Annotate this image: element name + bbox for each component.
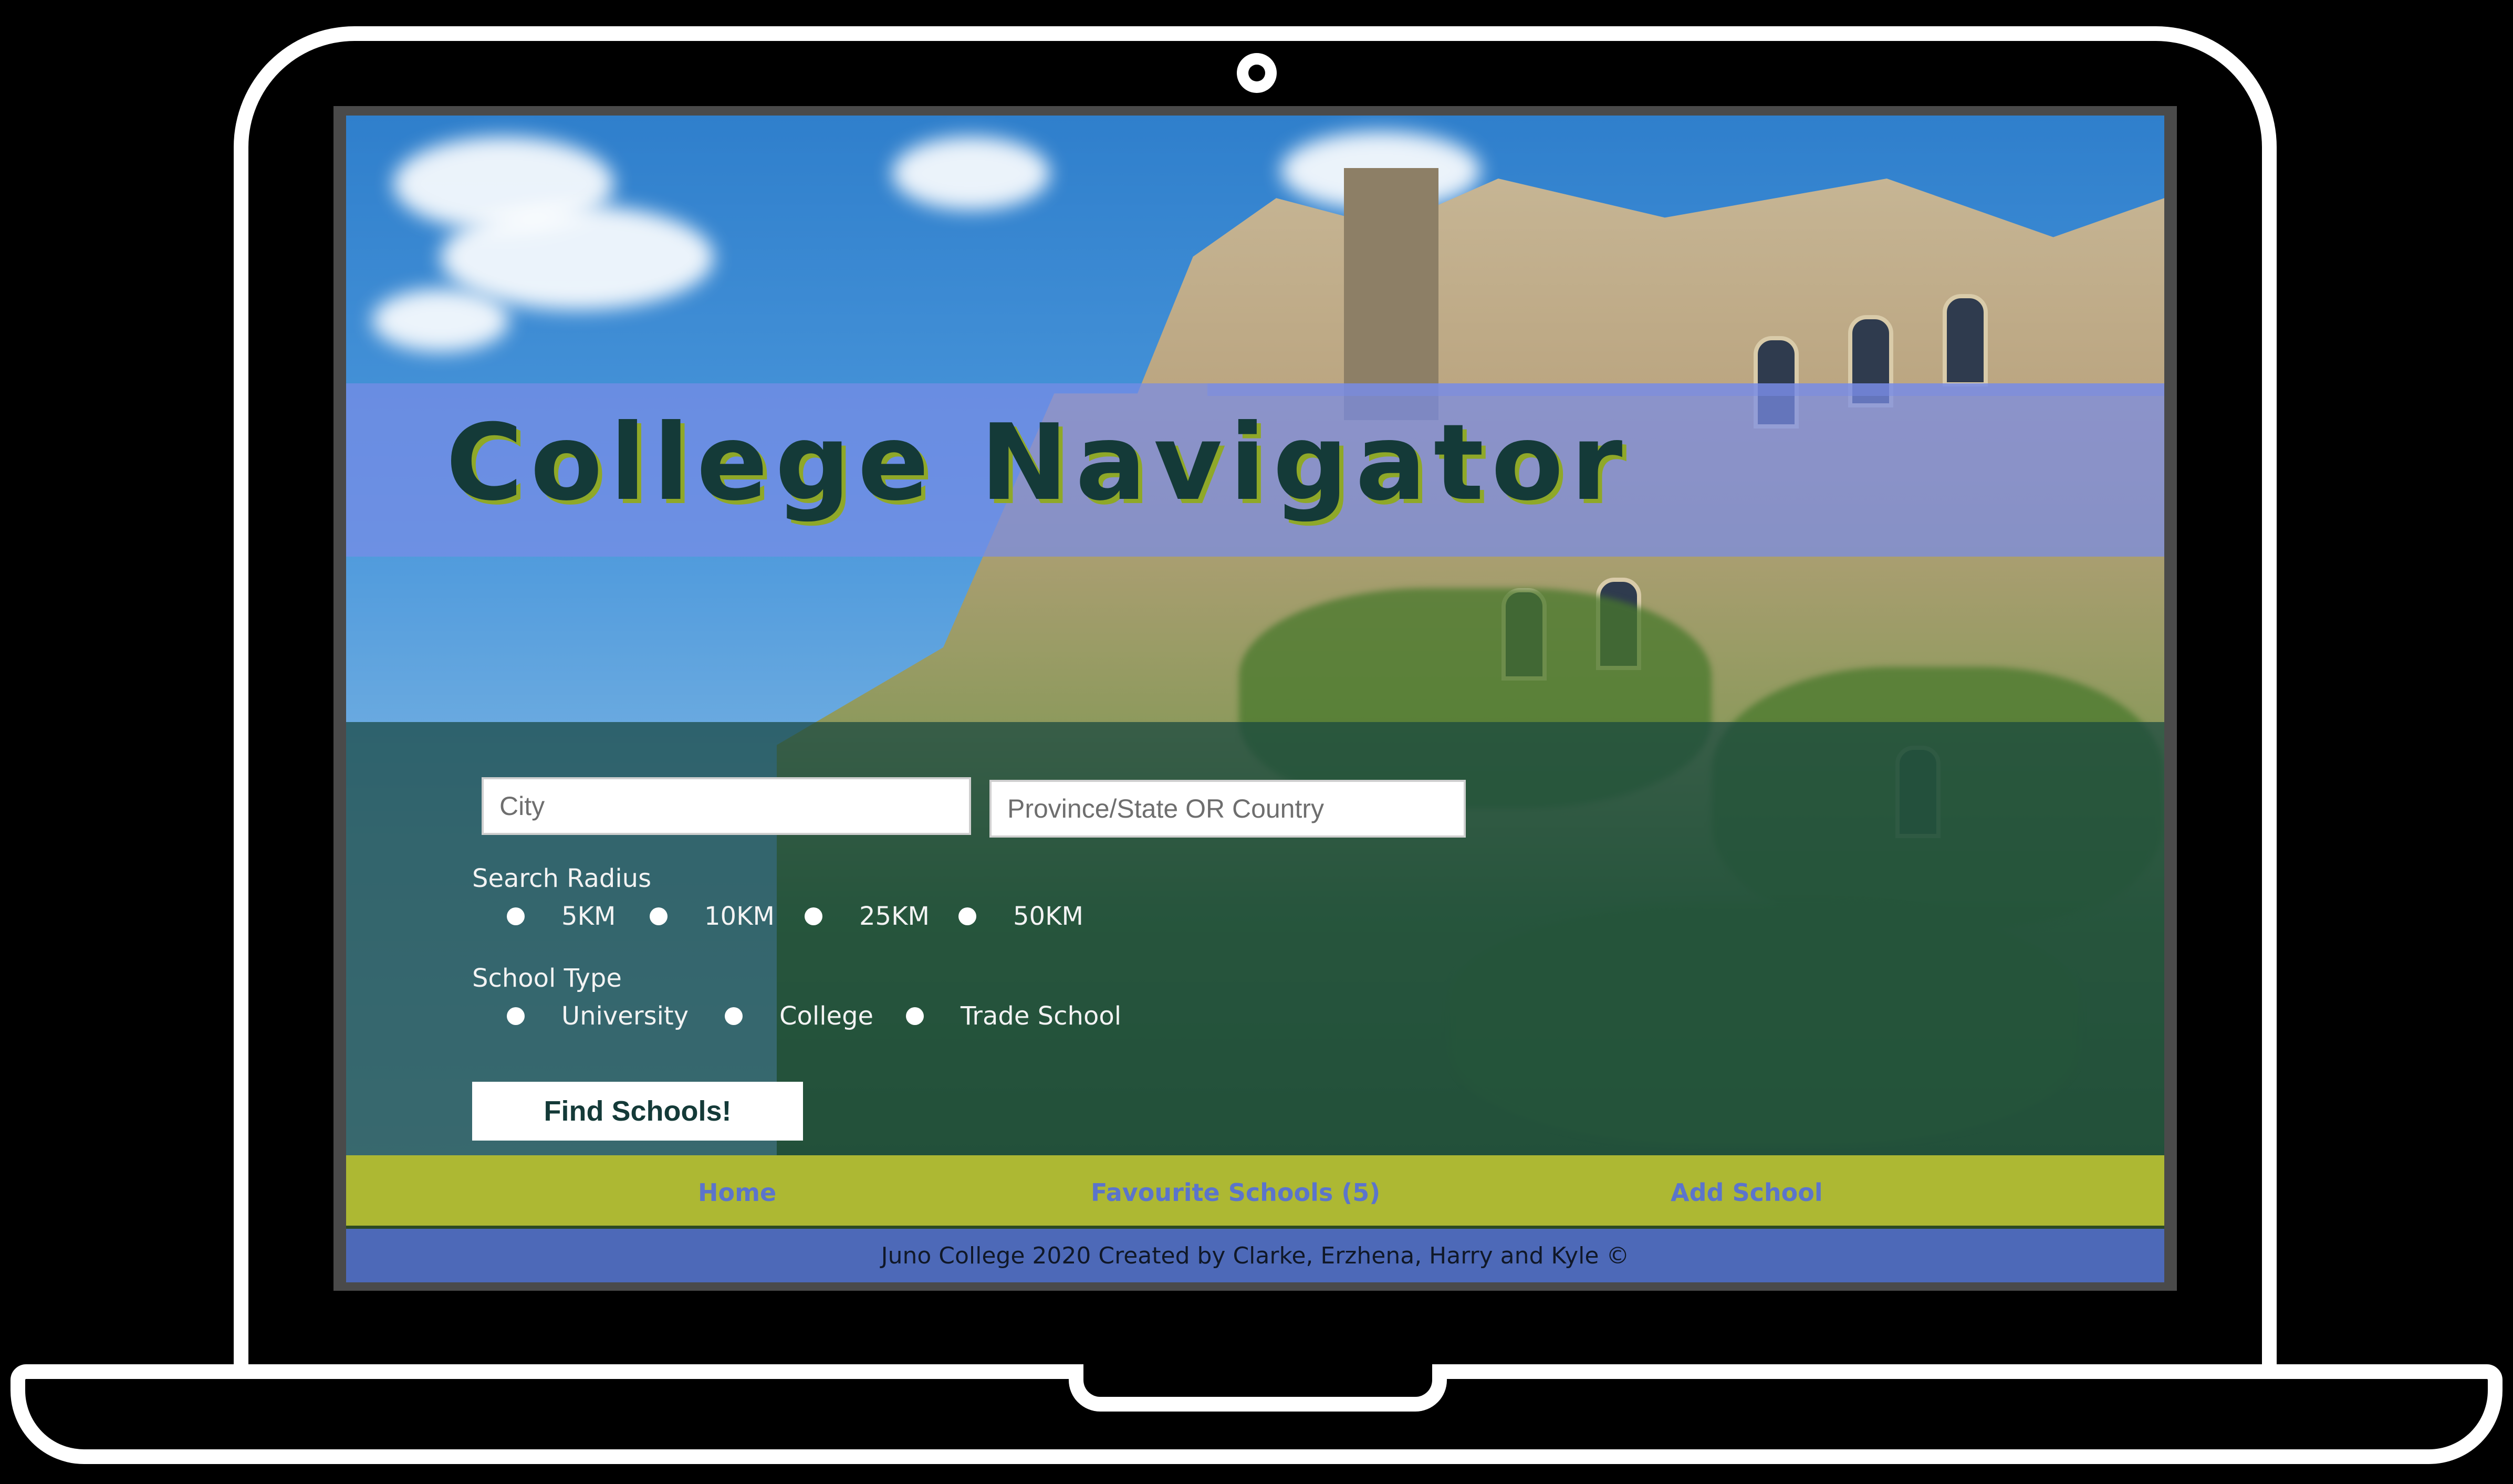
nav-favourite-schools-link[interactable]: Favourite Schools (5) xyxy=(1091,1178,1380,1207)
radio-button[interactable] xyxy=(507,907,525,925)
search-radius-options: 5KM 10KM 25KM 50KM xyxy=(507,901,1083,932)
radius-option-10km[interactable]: 10KM xyxy=(650,902,805,931)
find-schools-button[interactable]: Find Schools! xyxy=(472,1082,803,1141)
school-type-options: University College Trade School xyxy=(507,1000,1121,1032)
province-state-country-input[interactable] xyxy=(989,780,1466,838)
search-radius-label: Search Radius xyxy=(472,864,652,893)
radius-option-50km[interactable]: 50KM xyxy=(958,902,1083,931)
window-shape xyxy=(1943,294,1988,386)
footer-credits: Juno College 2020 Created by Clarke, Erz… xyxy=(881,1242,1630,1269)
laptop-notch xyxy=(1069,1364,1447,1412)
chimney-shape xyxy=(1344,168,1438,420)
cloud-shape xyxy=(892,137,1050,210)
radio-button[interactable] xyxy=(958,907,976,925)
page-footer: Juno College 2020 Created by Clarke, Erz… xyxy=(346,1229,2164,1282)
page-title: College Navigator xyxy=(446,402,1630,524)
nav-add-school-link[interactable]: Add School xyxy=(1671,1178,1823,1207)
radio-button[interactable] xyxy=(805,907,822,925)
radio-button[interactable] xyxy=(507,1007,525,1025)
radius-option-5km[interactable]: 5KM xyxy=(507,902,650,931)
type-option-college[interactable]: College xyxy=(725,1001,906,1031)
title-banner-edge xyxy=(1207,383,2164,396)
radio-button[interactable] xyxy=(650,907,668,925)
radio-button[interactable] xyxy=(906,1007,924,1025)
radio-button[interactable] xyxy=(725,1007,743,1025)
nav-home-link[interactable]: Home xyxy=(698,1178,776,1207)
type-option-university[interactable]: University xyxy=(507,1001,725,1031)
cloud-shape xyxy=(441,205,714,310)
laptop-screen: College Navigator Search Radius 5KM 10KM… xyxy=(333,106,2177,1291)
city-input[interactable] xyxy=(482,777,971,835)
bottom-nav-bar: Home Favourite Schools (5) Add School xyxy=(346,1155,2164,1229)
radius-option-25km[interactable]: 25KM xyxy=(805,902,958,931)
type-option-trade-school[interactable]: Trade School xyxy=(906,1001,1121,1031)
web-page: College Navigator Search Radius 5KM 10KM… xyxy=(346,116,2164,1282)
school-type-label: School Type xyxy=(472,964,622,993)
webcam-icon xyxy=(1237,53,1277,93)
cloud-shape xyxy=(372,289,509,352)
